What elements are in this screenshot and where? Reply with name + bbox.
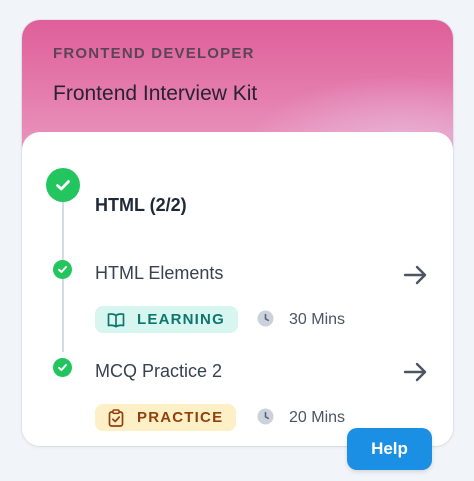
clock-icon [257, 310, 274, 327]
item-check-icon [53, 358, 72, 377]
section-title: HTML (2/2) [95, 195, 187, 215]
badge-label: LEARNING [137, 311, 225, 328]
book-open-icon [107, 311, 125, 329]
item-check-icon [53, 260, 72, 279]
practice-badge: PRACTICE [95, 404, 237, 431]
item-title[interactable]: HTML Elements [95, 263, 223, 284]
help-button[interactable]: Help [347, 428, 432, 470]
card-body: HTML (2/2) HTML Elements LEARNING 30 Min… [22, 132, 453, 446]
kit-title: Frontend Interview Kit [53, 82, 258, 105]
arrow-right-icon[interactable] [403, 264, 429, 286]
interview-kit-card: FRONTEND DEVELOPER Frontend Interview Ki… [22, 20, 453, 446]
item-duration: 20 Mins [289, 409, 346, 426]
clipboard-check-icon [107, 408, 125, 427]
arrow-right-icon[interactable] [403, 361, 429, 383]
learning-badge: LEARNING [95, 306, 238, 333]
kit-category: FRONTEND DEVELOPER [53, 45, 255, 62]
badge-label: PRACTICE [137, 409, 224, 426]
item-title[interactable]: MCQ Practice 2 [95, 361, 222, 382]
clock-icon [257, 408, 274, 425]
section-check-icon [46, 168, 80, 202]
item-duration: 30 Mins [289, 311, 346, 328]
